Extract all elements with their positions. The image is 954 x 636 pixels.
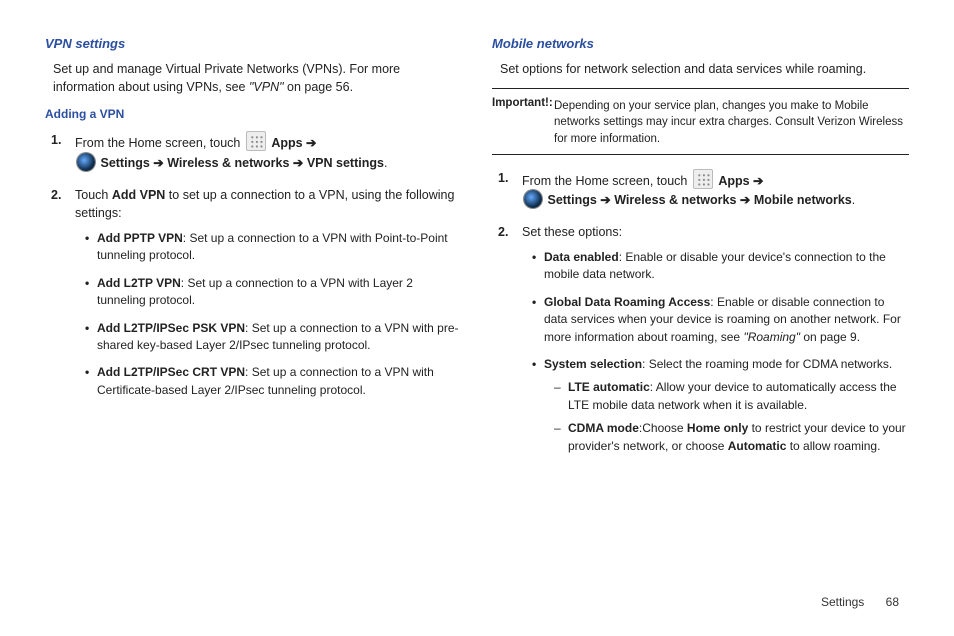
important-body: Depending on your service plan, changes … [554, 98, 909, 148]
bullet-pptp: Add PPTP VPN: Set up a connection to a V… [85, 230, 462, 265]
mobile-step-2: 2. Set these options: Data enabled: Enab… [522, 223, 909, 455]
add-vpn-label: Add VPN [112, 188, 165, 202]
period: . [384, 156, 387, 170]
automatic-label: Automatic [728, 439, 787, 453]
bullet-l2tp-crt: Add L2TP/IPSec CRT VPN: Set up a connect… [85, 364, 462, 399]
page-body: VPN settings Set up and manage Virtual P… [0, 0, 954, 595]
apps-label: Apps [718, 174, 763, 188]
left-column: VPN settings Set up and manage Virtual P… [45, 35, 462, 575]
settings-label: Settings [547, 193, 610, 207]
step-number: 2. [498, 223, 508, 241]
vpn-settings-label: VPN settings [307, 156, 384, 170]
text: From the Home screen, touch [522, 174, 691, 188]
vpn-settings-heading: VPN settings [45, 35, 462, 54]
apps-label: Apps [271, 136, 316, 150]
important-label: Important!: [492, 97, 553, 109]
vpn-ref: "VPN" [249, 80, 284, 94]
mobile-steps: 1. From the Home screen, touch Apps Sett… [522, 169, 909, 455]
step-number: 2. [51, 186, 61, 204]
label: Global Data Roaming Access [544, 295, 710, 309]
step-number: 1. [498, 169, 508, 187]
bullet-data-enabled: Data enabled: Enable or disable your dev… [532, 249, 909, 284]
page-footer: Settings 68 [0, 595, 954, 609]
text: Touch [75, 188, 112, 202]
right-column: Mobile networks Set options for network … [492, 35, 909, 575]
mobile-networks-heading: Mobile networks [492, 35, 909, 54]
label: LTE automatic [568, 380, 650, 394]
label: Add L2TP/IPSec PSK VPN [97, 321, 245, 335]
mobile-step-1: 1. From the Home screen, touch Apps Sett… [522, 169, 909, 209]
vpn-step-1: 1. From the Home screen, touch Apps Sett… [75, 131, 462, 171]
period: . [852, 193, 855, 207]
bullet-l2tp-psk: Add L2TP/IPSec PSK VPN: Set up a connect… [85, 320, 462, 355]
mobile-networks-label: Mobile networks [754, 193, 852, 207]
bullet-system-selection: System selection: Select the roaming mod… [532, 356, 909, 455]
desc: : Select the roaming mode for CDMA netwo… [642, 357, 892, 371]
dash-cdma-mode: CDMA mode:Choose Home only to restrict y… [554, 420, 909, 455]
text: Set these options: [522, 225, 622, 239]
mobile-options-list: Data enabled: Enable or disable your dev… [532, 249, 909, 455]
vpn-step-2: 2. Touch Add VPN to set up a connection … [75, 186, 462, 399]
wireless-label: Wireless & networks [167, 156, 303, 170]
label: Add L2TP/IPSec CRT VPN [97, 365, 245, 379]
text: :Choose [639, 421, 687, 435]
text: to allow roaming. [786, 439, 880, 453]
apps-icon [693, 169, 713, 189]
bullet-global-roaming: Global Data Roaming Access: Enable or di… [532, 294, 909, 346]
label: Data enabled [544, 250, 619, 264]
label: Add L2TP VPN [97, 276, 181, 290]
vpn-type-list: Add PPTP VPN: Set up a connection to a V… [85, 230, 462, 399]
settings-label: Settings [100, 156, 163, 170]
important-note: Important!: Depending on your service pl… [492, 88, 909, 155]
mobile-intro: Set options for network selection and da… [500, 60, 909, 78]
label: CDMA mode [568, 421, 639, 435]
label: Add PPTP VPN [97, 231, 183, 245]
dash-lte-automatic: LTE automatic: Allow your device to auto… [554, 379, 909, 414]
wireless-label: Wireless & networks [614, 193, 750, 207]
vpn-steps: 1. From the Home screen, touch Apps Sett… [75, 131, 462, 399]
label: System selection [544, 357, 642, 371]
settings-icon [524, 190, 542, 208]
footer-section: Settings [821, 595, 864, 609]
vpn-intro: Set up and manage Virtual Private Networ… [53, 60, 462, 96]
footer-page-number: 68 [886, 595, 899, 609]
step-number: 1. [51, 131, 61, 149]
apps-icon [246, 131, 266, 151]
home-only-label: Home only [687, 421, 748, 435]
settings-icon [77, 153, 95, 171]
roaming-ref: "Roaming" [743, 330, 800, 344]
text: on page 56. [284, 80, 354, 94]
desc: on page 9. [800, 330, 860, 344]
bullet-l2tp: Add L2TP VPN: Set up a connection to a V… [85, 275, 462, 310]
adding-a-vpn-heading: Adding a VPN [45, 106, 462, 123]
text: From the Home screen, touch [75, 136, 244, 150]
